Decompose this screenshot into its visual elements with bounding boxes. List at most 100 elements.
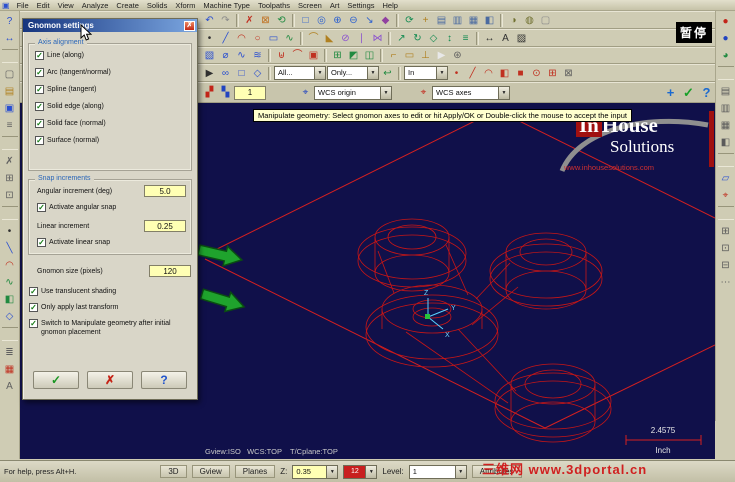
help-button[interactable]: ?: [141, 371, 187, 389]
menu-item[interactable]: Edit: [33, 1, 54, 10]
ok-button[interactable]: ✓: [33, 371, 79, 389]
apply-ok-icon[interactable]: ✓: [680, 84, 697, 101]
quick-mask-clear-icon[interactable]: ⊠: [561, 66, 576, 81]
gview-right-icon[interactable]: ▦: [466, 13, 481, 28]
dynamic-gview-icon[interactable]: ●: [718, 14, 734, 28]
zoom-in-icon[interactable]: ⊕: [330, 13, 345, 28]
xform-translate-icon[interactable]: ↗: [394, 31, 409, 46]
dimension-icon[interactable]: ↔: [482, 31, 497, 46]
xform-rotate-icon[interactable]: ↻: [410, 31, 425, 46]
cut-icon[interactable]: ✗: [2, 154, 18, 168]
create-circle-icon[interactable]: ○: [250, 31, 265, 46]
solid-boolean-icon[interactable]: ⊎: [274, 48, 289, 63]
checkbox-activate-angular-snap[interactable]: Activate angular snap: [37, 203, 116, 212]
toolpath-pocket-icon[interactable]: ▭: [402, 48, 417, 63]
menu-item[interactable]: Art: [326, 1, 344, 10]
undo-icon[interactable]: ↶: [202, 13, 217, 28]
surface-blend-icon[interactable]: ◫: [362, 48, 377, 63]
line-icon[interactable]: ╲: [2, 241, 18, 255]
gnomon-size-field[interactable]: [149, 265, 191, 277]
zoom-previous-icon[interactable]: ⊟: [718, 258, 734, 272]
chamfer-icon[interactable]: ◣: [322, 31, 337, 46]
checkbox-icon[interactable]: [35, 85, 44, 94]
unzoom-icon[interactable]: ↘: [362, 13, 377, 28]
toolpath-drill-icon[interactable]: ⊥: [418, 48, 433, 63]
close-icon[interactable]: ✗: [184, 20, 195, 31]
spline-icon[interactable]: ∿: [2, 275, 18, 289]
dialog-title-bar[interactable]: Gnomon settings ✗: [23, 19, 197, 32]
delete-entities-icon[interactable]: ✗: [242, 13, 257, 28]
shading-icon[interactable]: ◑: [506, 13, 521, 28]
wcs-origin-dropdown[interactable]: WCS origin: [314, 85, 392, 100]
wcs-axes-dropdown[interactable]: WCS axes: [432, 85, 510, 100]
toolpath-contour-icon[interactable]: ⌐: [386, 48, 401, 63]
select-arrow-icon[interactable]: ▶: [434, 48, 449, 63]
copy-icon[interactable]: ⊞: [2, 171, 18, 185]
print-icon[interactable]: ≡: [2, 118, 18, 132]
dynamic-rotate-icon[interactable]: ⟳: [402, 13, 417, 28]
undelete-icon[interactable]: ⟲: [274, 13, 289, 28]
checkbox-solid-face-normal[interactable]: Solid face (normal): [35, 119, 189, 128]
solid-fillet-icon[interactable]: ⌒: [290, 48, 305, 63]
machine-settings-icon[interactable]: ⊛: [450, 48, 465, 63]
delete-duplicates-icon[interactable]: ⊠: [258, 13, 273, 28]
checkbox-icon[interactable]: [35, 136, 44, 145]
break-icon[interactable]: ∣: [354, 31, 369, 46]
mode-3d-button[interactable]: 3D: [160, 465, 187, 478]
wcs-icon[interactable]: ⌖: [718, 188, 734, 202]
join-icon[interactable]: ⋈: [370, 31, 385, 46]
xform-mirror-icon[interactable]: ◇: [426, 31, 441, 46]
select-in-dropdown[interactable]: In: [404, 66, 448, 80]
menu-item[interactable]: View: [54, 1, 78, 10]
fit-icon[interactable]: ⊡: [718, 241, 734, 255]
levels-icon[interactable]: ≣: [2, 345, 18, 359]
checkbox-icon[interactable]: [37, 238, 46, 247]
grid-settings-icon[interactable]: ⋯: [718, 275, 734, 289]
checkbox-icon[interactable]: [29, 287, 38, 296]
select-all-dropdown[interactable]: All...: [274, 66, 326, 80]
menu-item[interactable]: Settings: [343, 1, 378, 10]
checkbox-icon[interactable]: [35, 119, 44, 128]
checkbox-surface-normal[interactable]: Surface (normal): [35, 136, 189, 145]
window-select-icon[interactable]: □: [234, 66, 249, 81]
checkbox-solid-edge-along[interactable]: Solid edge (along): [35, 102, 189, 111]
wcs-origin-icon[interactable]: ⌖: [298, 85, 313, 100]
file-new-icon[interactable]: ▢: [2, 67, 18, 81]
checkbox-line-along[interactable]: Line (along): [35, 51, 189, 60]
add-new-icon[interactable]: +: [662, 84, 679, 101]
redo-icon[interactable]: ↷: [218, 13, 233, 28]
quick-mask-points-icon[interactable]: •: [449, 66, 464, 81]
quick-mask-solids-icon[interactable]: ■: [513, 66, 528, 81]
surface-icon[interactable]: ◧: [2, 292, 18, 306]
chain-select-icon[interactable]: ∞: [218, 66, 233, 81]
entity-attributes-icon[interactable]: A: [2, 379, 18, 393]
checkbox-switch-to-manipulate[interactable]: Switch to Manipulate geometry after init…: [29, 319, 193, 337]
create-line-icon[interactable]: ╱: [218, 31, 233, 46]
select-only-dropdown[interactable]: Only...: [327, 66, 379, 80]
create-point-icon[interactable]: •: [202, 31, 217, 46]
zoom-out-icon[interactable]: ⊖: [346, 13, 361, 28]
trim-icon[interactable]: ⊘: [338, 31, 353, 46]
paste-icon[interactable]: ⊡: [2, 188, 18, 202]
gnomon[interactable]: Z Y X: [424, 290, 456, 339]
spin-view-icon[interactable]: ◕: [718, 48, 734, 62]
xform-scale-icon[interactable]: ↕: [442, 31, 457, 46]
gnomon-origin-handle[interactable]: [425, 314, 430, 319]
analyze-entity-icon[interactable]: ?: [2, 14, 18, 28]
screen-blank-icon[interactable]: ▢: [538, 13, 553, 28]
arc-icon[interactable]: ◠: [2, 258, 18, 272]
checkbox-use-translucent-shading[interactable]: Use translucent shading: [29, 287, 193, 296]
view-top-icon[interactable]: ▤: [718, 84, 734, 98]
select-last-icon[interactable]: ↩: [380, 66, 395, 81]
menu-item[interactable]: Xform: [171, 1, 199, 10]
ribbon-entry-field[interactable]: [234, 85, 266, 100]
cplane-icon[interactable]: ▱: [718, 171, 734, 185]
checkbox-icon[interactable]: [35, 102, 44, 111]
color-palette-icon[interactable]: ▦: [2, 362, 18, 376]
checkbox-icon[interactable]: [35, 68, 44, 77]
solid-shell-icon[interactable]: ▣: [306, 48, 321, 63]
create-arc-icon[interactable]: ◠: [234, 31, 249, 46]
zoom-window-icon[interactable]: □: [298, 13, 313, 28]
solid-sweep-icon[interactable]: ∿: [234, 48, 249, 63]
pan-icon[interactable]: +: [418, 13, 433, 28]
